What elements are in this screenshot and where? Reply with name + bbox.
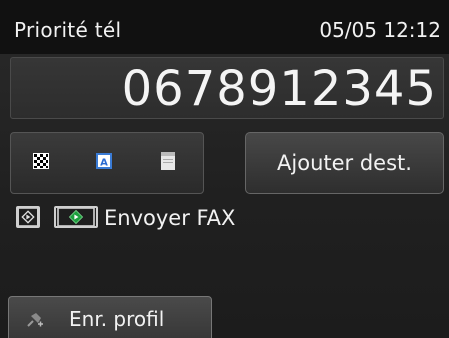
black-start-icon — [16, 206, 40, 228]
fax-screen: Priorité tél 05/05 12:12 0678912345 A Aj… — [0, 0, 449, 338]
scan-settings-button[interactable]: A — [10, 132, 204, 194]
pin-add-icon — [27, 313, 43, 327]
screen-title: Priorité tél — [14, 18, 122, 42]
photo-doc-icon — [161, 152, 175, 170]
add-destination-label: Ajouter dest. — [277, 151, 412, 175]
color-start-icon — [54, 206, 98, 228]
save-profile-button[interactable]: Enr. profil — [8, 296, 212, 338]
save-profile-label: Enr. profil — [69, 307, 165, 331]
send-fax-label: Envoyer FAX — [104, 206, 236, 230]
svg-text:A: A — [100, 158, 108, 169]
status-header: Priorité tél 05/05 12:12 — [0, 0, 449, 54]
fax-number-field[interactable]: 0678912345 — [10, 57, 444, 119]
fax-number-value: 0678912345 — [121, 61, 437, 117]
add-destination-button[interactable]: Ajouter dest. — [245, 132, 444, 194]
checker-icon — [33, 153, 49, 169]
text-doc-icon: A — [96, 153, 112, 169]
date-time: 05/05 12:12 — [319, 18, 441, 42]
